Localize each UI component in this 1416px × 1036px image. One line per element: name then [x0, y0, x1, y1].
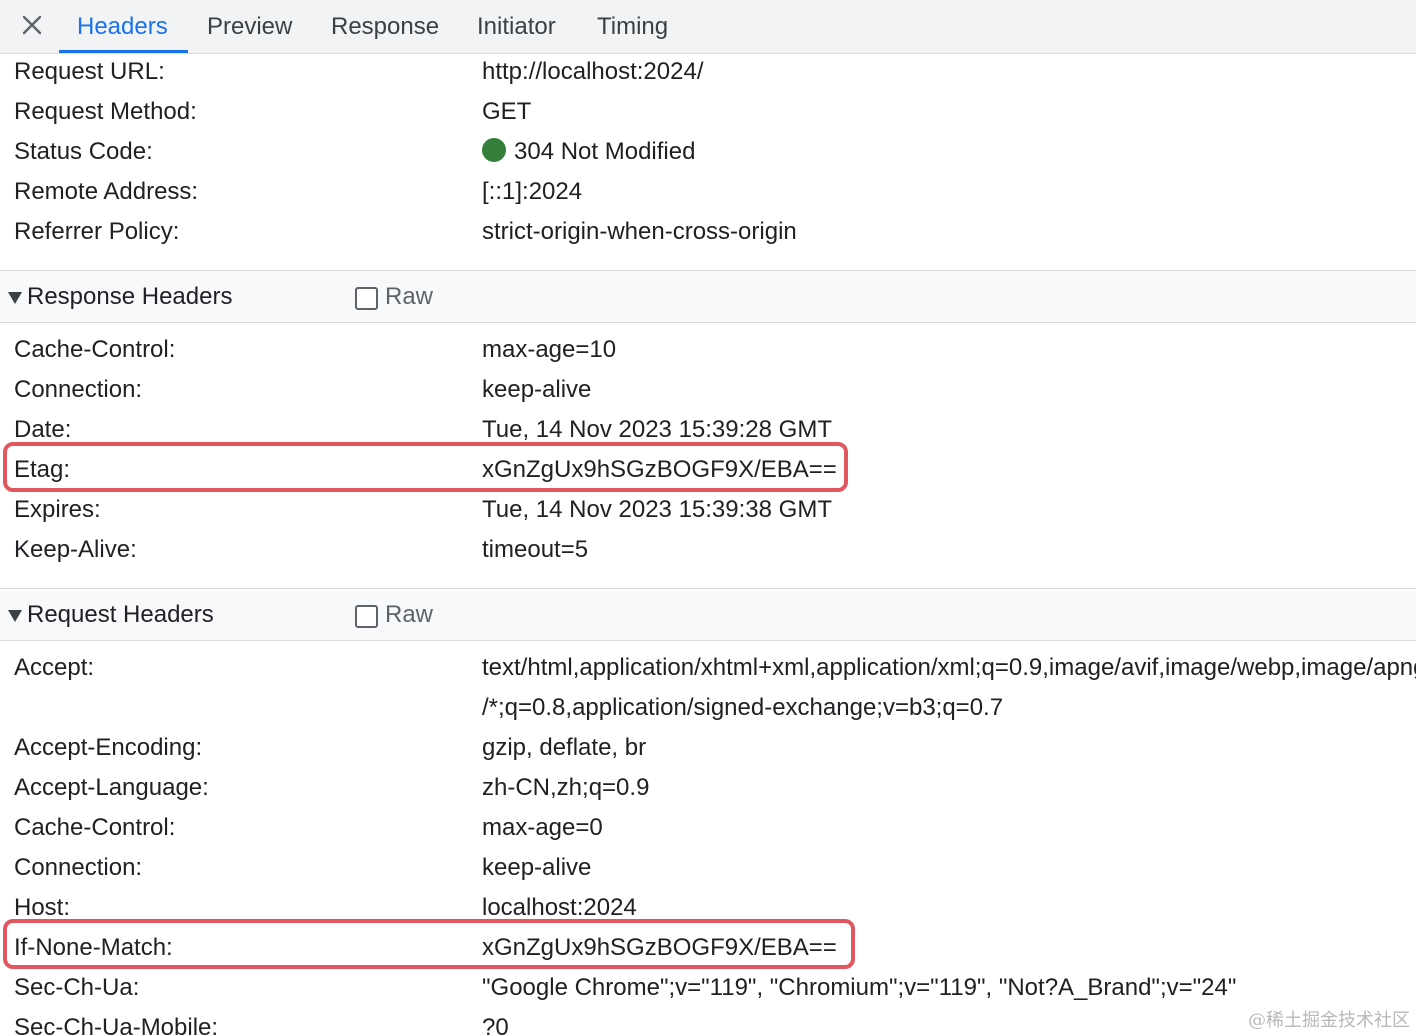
- request-header-row: Accept-Encoding: gzip, deflate, br: [0, 730, 1416, 770]
- header-value[interactable]: xGnZgUx9hSGzBOGF9X/EBA==: [482, 456, 837, 484]
- header-key: Accept-Encoding:: [14, 734, 203, 761]
- raw-checkbox[interactable]: [355, 605, 378, 628]
- section-title[interactable]: Request Headers: [27, 601, 214, 629]
- response-header-row: Cache-Control: max-age=10: [0, 332, 1416, 372]
- general-row-status-code: Status Code: 304 Not Modified: [0, 134, 1416, 174]
- tab-headers[interactable]: Headers: [77, 0, 168, 54]
- tab-bar: Headers Preview Response Initiator Timin…: [0, 0, 1416, 54]
- request-header-row: Accept-Language: zh-CN,zh;q=0.9: [0, 770, 1416, 810]
- response-header-row: Keep-Alive: timeout=5: [0, 532, 1416, 572]
- header-value[interactable]: localhost:2024: [482, 894, 637, 922]
- general-row-referrer-policy: Referrer Policy: strict-origin-when-cros…: [0, 214, 1416, 254]
- header-key: If-None-Match:: [14, 934, 173, 961]
- header-value[interactable]: max-age=10: [482, 336, 616, 364]
- request-header-row: Sec-Ch-Ua: "Google Chrome";v="119", "Chr…: [0, 970, 1416, 1010]
- close-icon: [22, 15, 42, 35]
- header-value[interactable]: zh-CN,zh;q=0.9: [482, 774, 649, 802]
- header-key: Status Code:: [14, 138, 153, 165]
- tab-initiator[interactable]: Initiator: [477, 0, 556, 54]
- status-value[interactable]: 304 Not Modified: [482, 138, 695, 166]
- header-value[interactable]: keep-alive: [482, 854, 591, 882]
- request-header-row: Cache-Control: max-age=0: [0, 810, 1416, 850]
- tab-preview[interactable]: Preview: [207, 0, 292, 54]
- watermark: @稀土掘金技术社区: [1248, 1010, 1410, 1031]
- response-header-row: Expires: Tue, 14 Nov 2023 15:39:38 GMT: [0, 492, 1416, 532]
- raw-label[interactable]: Raw: [385, 283, 433, 311]
- tab-timing[interactable]: Timing: [597, 0, 668, 54]
- active-tab-indicator: [59, 50, 188, 53]
- expand-triangle-icon[interactable]: [8, 292, 22, 304]
- header-value[interactable]: Tue, 14 Nov 2023 15:39:38 GMT: [482, 496, 832, 524]
- status-dot-icon: [482, 138, 506, 162]
- request-header-row: Host: localhost:2024: [0, 890, 1416, 930]
- request-header-row-accept: Accept: text/html,application/xhtml+xml,…: [0, 650, 1416, 730]
- header-key: Sec-Ch-Ua-Mobile:: [14, 1014, 219, 1036]
- header-value[interactable]: xGnZgUx9hSGzBOGF9X/EBA==: [482, 934, 837, 962]
- response-headers-section-header: Response Headers Raw: [0, 270, 1416, 323]
- raw-checkbox[interactable]: [355, 287, 378, 310]
- header-value[interactable]: [::1]:2024: [482, 178, 582, 206]
- request-headers-section-header: Request Headers Raw: [0, 588, 1416, 641]
- header-value[interactable]: strict-origin-when-cross-origin: [482, 218, 797, 246]
- header-key: Date:: [14, 416, 72, 443]
- header-value[interactable]: text/html,application/xhtml+xml,applicat…: [482, 654, 1416, 682]
- header-key: Keep-Alive:: [14, 536, 137, 563]
- response-header-row: Date: Tue, 14 Nov 2023 15:39:28 GMT: [0, 412, 1416, 452]
- status-text: 304 Not Modified: [514, 138, 696, 165]
- header-key: Etag:: [14, 456, 71, 483]
- header-key: Host:: [14, 894, 71, 921]
- header-key: Referrer Policy:: [14, 218, 180, 245]
- header-value[interactable]: GET: [482, 98, 531, 126]
- header-value[interactable]: "Google Chrome";v="119", "Chromium";v="1…: [482, 974, 1236, 1002]
- header-key: Accept-Language:: [14, 774, 209, 801]
- raw-label[interactable]: Raw: [385, 601, 433, 629]
- general-row-request-method: Request Method: GET: [0, 94, 1416, 134]
- header-key: Request Method:: [14, 98, 197, 125]
- response-header-row: Connection: keep-alive: [0, 372, 1416, 412]
- tab-response[interactable]: Response: [331, 0, 439, 54]
- header-key: Connection:: [14, 854, 143, 881]
- header-value-continuation[interactable]: /*;q=0.8,application/signed-exchange;v=b…: [482, 694, 1003, 722]
- request-header-row: Connection: keep-alive: [0, 850, 1416, 890]
- header-key: Cache-Control:: [14, 336, 176, 363]
- header-value[interactable]: Tue, 14 Nov 2023 15:39:28 GMT: [482, 416, 832, 444]
- header-value[interactable]: timeout=5: [482, 536, 588, 564]
- header-key: Expires:: [14, 496, 101, 523]
- response-header-row-etag: Etag: xGnZgUx9hSGzBOGF9X/EBA==: [0, 452, 1416, 492]
- devtools-network-headers-panel: Headers Preview Response Initiator Timin…: [0, 0, 1416, 1036]
- header-key: Connection:: [14, 376, 143, 403]
- header-value[interactable]: keep-alive: [482, 376, 591, 404]
- general-row-remote-address: Remote Address: [::1]:2024: [0, 174, 1416, 214]
- header-value[interactable]: max-age=0: [482, 814, 603, 842]
- request-header-row: Sec-Ch-Ua-Mobile: ?0: [0, 1010, 1416, 1036]
- header-key: Request URL:: [14, 58, 165, 85]
- close-panel-button[interactable]: [18, 11, 46, 39]
- general-row-request-url: Request URL: http://localhost:2024/: [0, 54, 1416, 94]
- header-value[interactable]: ?0: [482, 1014, 509, 1036]
- header-key: Cache-Control:: [14, 814, 176, 841]
- section-title[interactable]: Response Headers: [27, 283, 232, 311]
- header-key: Remote Address:: [14, 178, 199, 205]
- header-value[interactable]: gzip, deflate, br: [482, 734, 646, 762]
- header-value[interactable]: http://localhost:2024/: [482, 58, 703, 86]
- header-key: Sec-Ch-Ua:: [14, 974, 140, 1001]
- header-key: Accept:: [14, 654, 95, 681]
- request-header-row-if-none-match: If-None-Match: xGnZgUx9hSGzBOGF9X/EBA==: [0, 930, 1416, 970]
- expand-triangle-icon[interactable]: [8, 610, 22, 622]
